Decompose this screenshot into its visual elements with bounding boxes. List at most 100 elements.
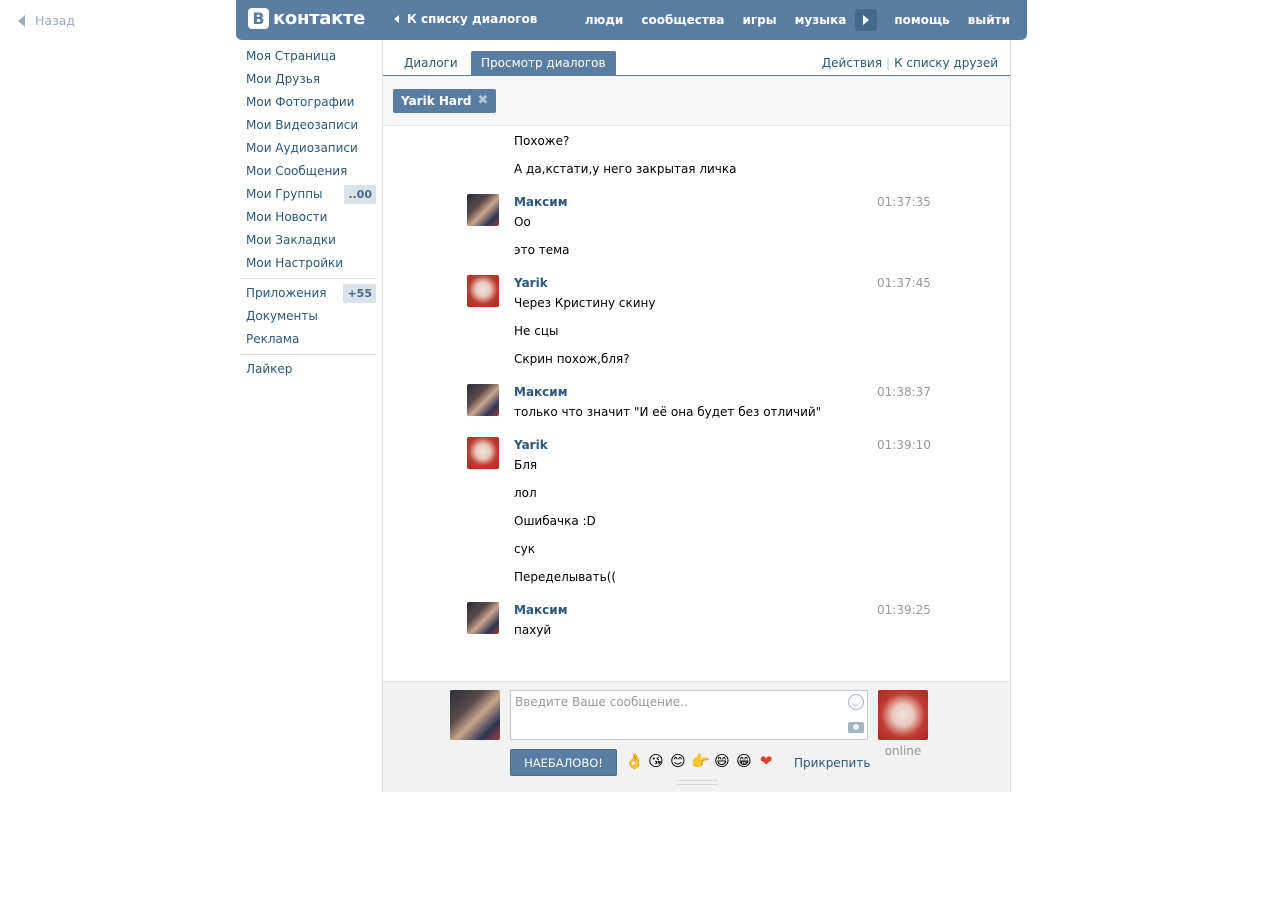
sidebar-item-my-friends[interactable]: Мои Друзья <box>240 68 376 91</box>
sidebar-item-my-bookmarks[interactable]: Мои Закладки <box>240 229 376 252</box>
nav-people[interactable]: люди <box>576 13 633 27</box>
message-text: сук <box>514 542 535 556</box>
sidebar: Моя Страница Мои Друзья Мои Фотографии М… <box>240 45 376 381</box>
resize-grip[interactable] <box>676 780 718 785</box>
sidebar-item-liker[interactable]: Лайкер <box>240 358 376 381</box>
heart-emoji-icon[interactable]: ❤ <box>757 752 775 770</box>
grin-emoji-icon[interactable]: 😄 <box>713 752 731 770</box>
avatar[interactable] <box>467 384 499 416</box>
nav-games[interactable]: игры <box>734 13 786 27</box>
tabs-bar: Диалоги Просмотр диалогов Действия | К спи… <box>383 40 1010 76</box>
back-label: Назад <box>35 13 76 28</box>
nav-communities[interactable]: сообщества <box>632 13 733 27</box>
back-link[interactable]: Назад <box>18 13 75 28</box>
sidebar-item-label: Мои Новости <box>246 210 328 224</box>
message-time: 01:39:10 <box>877 438 931 452</box>
sidebar-item-label: Мои Друзья <box>246 72 321 86</box>
beaming-emoji-icon[interactable]: 😁 <box>735 752 753 770</box>
message-text: Бля <box>514 458 538 472</box>
back-arrow-icon <box>394 15 399 23</box>
sidebar-item-apps[interactable]: Приложения +55 <box>240 282 376 305</box>
nav-logout[interactable]: выйти <box>959 13 1027 27</box>
sidebar-item-my-messages[interactable]: Мои Сообщения <box>240 160 376 183</box>
kiss-emoji-icon[interactable]: 😘 <box>647 752 665 770</box>
message-text: только что значит "И её она будет без от… <box>514 405 822 419</box>
header-back-to-dialogs[interactable]: К списку диалогов <box>394 12 537 26</box>
emoji-shortcuts: 👌 😘 😊 👉 😄 😁 ❤ <box>625 752 775 770</box>
links-separator: | <box>886 56 891 70</box>
avatar[interactable] <box>467 602 499 634</box>
actions-link[interactable]: Действия <box>822 56 882 70</box>
friends-list-link[interactable]: К списку друзей <box>894 56 998 70</box>
message-author[interactable]: Yarik <box>514 438 548 452</box>
peer-online-status: online <box>884 744 922 758</box>
message-text: Ошибачка :D <box>514 514 596 528</box>
avatar[interactable] <box>467 194 499 226</box>
logo[interactable]: В контакте <box>248 8 365 29</box>
sidebar-item-label: Мои Настройки <box>246 256 344 270</box>
message-text: Скрин похож,бля? <box>514 352 630 366</box>
logo-icon: В <box>248 8 269 29</box>
message-time: 01:38:37 <box>877 385 931 399</box>
message-text: пахуй <box>514 623 552 637</box>
message-input[interactable] <box>510 690 868 740</box>
message-author[interactable]: Yarik <box>514 276 548 290</box>
sidebar-divider <box>240 354 376 355</box>
smile-icon[interactable] <box>848 694 864 710</box>
sidebar-item-my-news[interactable]: Мои Новости <box>240 206 376 229</box>
message-text: это тема <box>514 243 570 257</box>
nav-help[interactable]: помощь <box>885 13 958 27</box>
play-icon[interactable] <box>855 9 878 31</box>
message-text: лол <box>514 486 537 500</box>
sidebar-item-my-settings[interactable]: Мои Настройки <box>240 252 376 275</box>
sidebar-item-label: Мои Сообщения <box>246 164 348 178</box>
main-panel: Диалоги Просмотр диалогов Действия | К спи… <box>382 40 1011 792</box>
message-author[interactable]: Максим <box>514 603 568 617</box>
sidebar-item-ads[interactable]: Реклама <box>240 328 376 351</box>
avatar[interactable] <box>467 437 499 469</box>
sidebar-item-label: Мои Аудиозаписи <box>246 141 358 155</box>
header-back-label: К списку диалогов <box>407 12 538 26</box>
message-time: 01:37:45 <box>877 276 931 290</box>
peer-avatar[interactable] <box>878 690 928 740</box>
tab-dialogs[interactable]: Диалоги <box>394 51 468 75</box>
tab-view-dialogs[interactable]: Просмотр диалогов <box>471 51 616 75</box>
sidebar-item-label: Приложения <box>246 286 327 300</box>
sidebar-item-label: Мои Фотографии <box>246 95 355 109</box>
message-text: Похоже? <box>514 134 570 148</box>
avatar[interactable] <box>467 275 499 307</box>
message-author[interactable]: Максим <box>514 195 568 209</box>
smile-emoji-icon[interactable]: 😊 <box>669 752 687 770</box>
sidebar-item-label: Документы <box>246 309 318 323</box>
sidebar-item-label: Мои Закладки <box>246 233 336 247</box>
sidebar-item-label: Моя Страница <box>246 49 337 63</box>
message-author[interactable]: Максим <box>514 385 568 399</box>
filter-chip[interactable]: Yarik Hard ✖ <box>393 89 497 113</box>
send-button[interactable]: НАЕБАЛОВО! <box>510 749 617 776</box>
close-icon[interactable]: ✖ <box>478 89 489 113</box>
nav-music[interactable]: музыка <box>786 13 856 27</box>
sidebar-item-my-groups[interactable]: Мои Группы ..00 <box>240 183 376 206</box>
sidebar-item-my-photos[interactable]: Мои Фотографии <box>240 91 376 114</box>
pointing-hand-emoji-icon[interactable]: 👉 <box>691 752 710 770</box>
apps-count-badge: +55 <box>343 284 376 303</box>
message-text: Не сцы <box>514 324 559 338</box>
message-time: 01:39:25 <box>877 603 931 617</box>
camera-icon[interactable] <box>848 722 864 733</box>
sidebar-item-label: Мои Группы <box>246 187 323 201</box>
my-avatar[interactable] <box>450 690 500 740</box>
message-composer: online НАЕБАЛОВО! 👌 😘 😊 👉 😄 😁 ❤ Прикрепи… <box>383 681 1010 792</box>
sidebar-item-my-page[interactable]: Моя Страница <box>240 45 376 68</box>
sidebar-divider <box>240 278 376 279</box>
sidebar-item-my-videos[interactable]: Мои Видеозаписи <box>240 114 376 137</box>
message-time: 01:37:35 <box>877 195 931 209</box>
sidebar-item-documents[interactable]: Документы <box>240 305 376 328</box>
groups-count-badge: ..00 <box>344 185 376 204</box>
sidebar-item-label: Мои Видеозаписи <box>246 118 359 132</box>
message-text: Оо <box>514 215 531 229</box>
ok-hand-emoji-icon[interactable]: 👌 <box>625 752 644 770</box>
sidebar-item-my-audio[interactable]: Мои Аудиозаписи <box>240 137 376 160</box>
message-text: Через Кристину скину <box>514 296 656 310</box>
header-nav: люди сообщества игры музыка помощь выйти <box>576 0 1027 40</box>
attach-link[interactable]: Прикрепить <box>794 756 870 770</box>
